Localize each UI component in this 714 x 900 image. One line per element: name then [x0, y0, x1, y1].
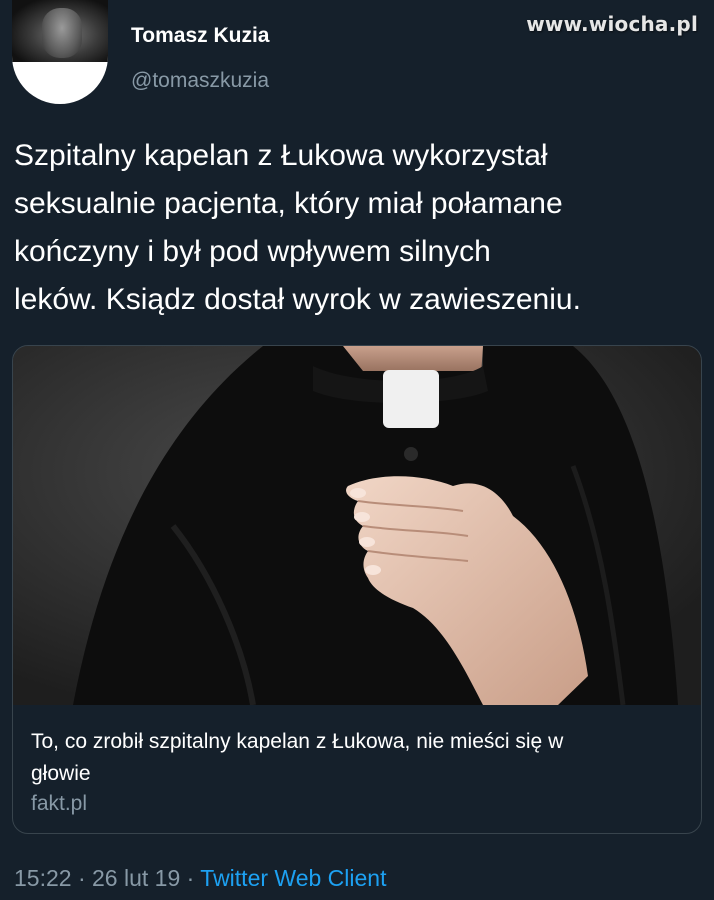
card-domain: fakt.pl [31, 792, 88, 815]
card-title[interactable]: To, co zrobił szpitalny kapelan z Łukowa… [31, 726, 591, 790]
tweet-meta: 15:22 · 26 lut 19 · Twitter Web Client [14, 865, 387, 892]
tweet-date[interactable]: 26 lut 19 [92, 865, 180, 891]
tweet-time[interactable]: 15:22 [14, 865, 72, 891]
meta-separator: · [71, 865, 93, 891]
priest-illustration [13, 346, 701, 705]
avatar[interactable] [12, 0, 108, 104]
tweet-client-link[interactable]: Twitter Web Client [200, 865, 386, 891]
tweet-text: Szpitalny kapelan z Łukowa wykorzystał s… [14, 139, 581, 316]
watermark: www.wiocha.pl [526, 12, 698, 36]
author-name[interactable]: Tomasz Kuzia [131, 24, 269, 48]
meta-separator: · [180, 865, 201, 891]
card-image[interactable] [13, 346, 701, 705]
link-card[interactable]: To, co zrobił szpitalny kapelan z Łukowa… [12, 345, 702, 834]
avatar-face [42, 8, 82, 58]
author-handle[interactable]: @tomaszkuzia [131, 69, 269, 93]
